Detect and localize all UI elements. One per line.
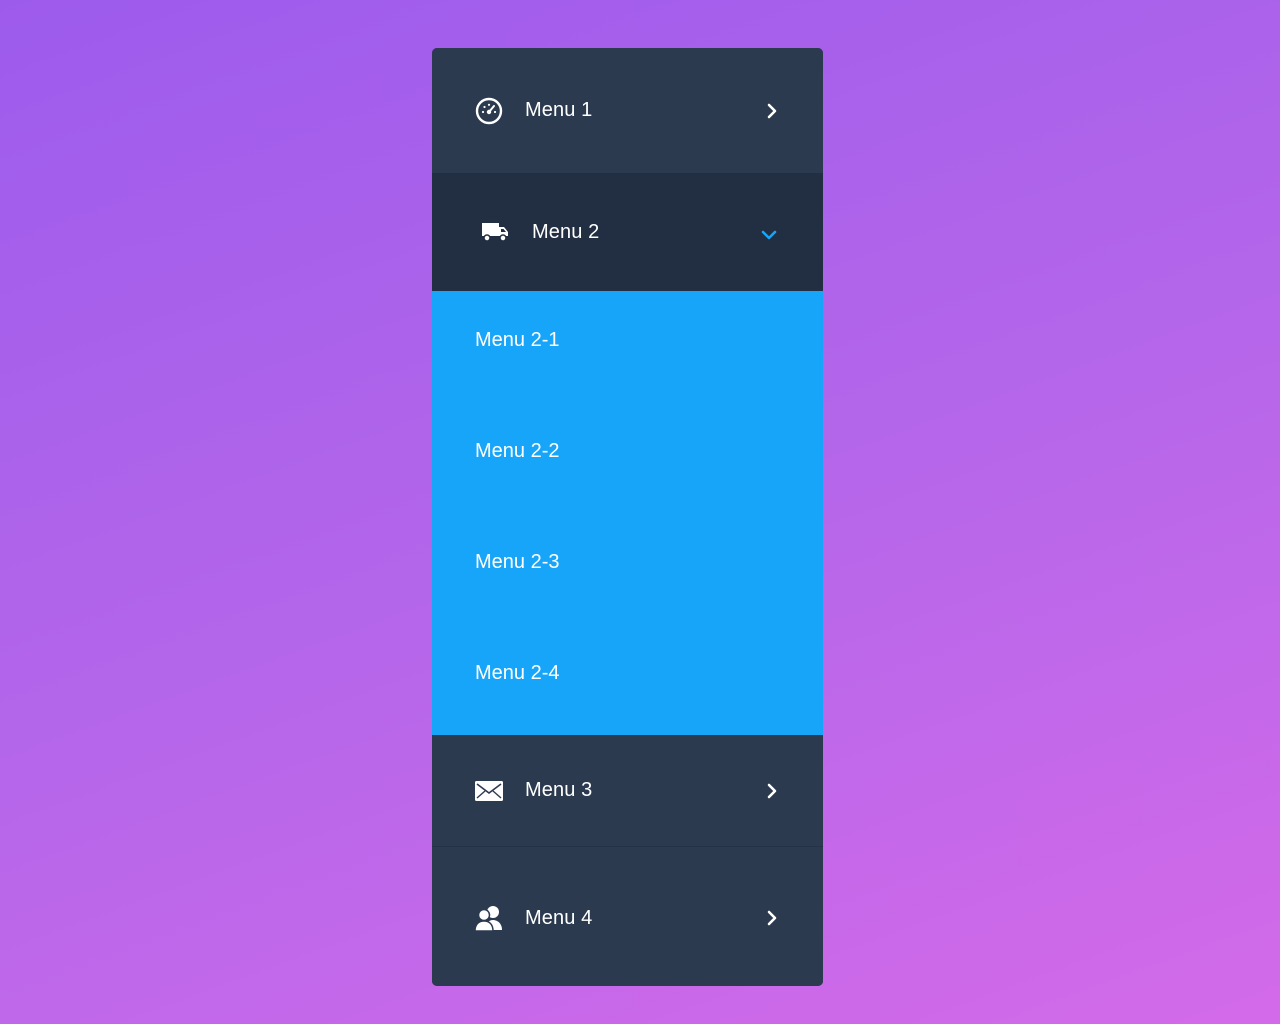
chevron-down-icon	[759, 225, 779, 245]
menu-item-3[interactable]: Menu 3	[432, 735, 823, 847]
menu-item-label: Menu 4	[525, 906, 593, 929]
menu-item-label: Menu 3	[525, 779, 593, 801]
submenu-menu-2: Menu 2-1 Menu 2-2 Menu 2-3 Menu 2-4	[432, 291, 823, 735]
submenu-item-label: Menu 2-4	[475, 662, 560, 684]
menu-item-label: Menu 1	[525, 99, 593, 121]
submenu-item-2-4[interactable]: Menu 2-4	[432, 624, 823, 735]
submenu-item-2-1[interactable]: Menu 2-1	[432, 291, 823, 402]
submenu-item-label: Menu 2-3	[475, 551, 560, 573]
menu-item-4[interactable]: Menu 4	[432, 847, 823, 986]
chevron-right-icon	[762, 101, 782, 121]
submenu-item-2-3[interactable]: Menu 2-3	[432, 513, 823, 624]
chevron-right-icon	[762, 908, 782, 928]
submenu-item-label: Menu 2-2	[475, 440, 560, 462]
speedometer-icon	[474, 96, 504, 126]
accordion-menu: Menu 1 Menu 2 Menu 2-1 Menu 2-2 Menu 2-3…	[432, 48, 823, 986]
menu-item-2[interactable]: Menu 2	[432, 173, 823, 291]
submenu-item-label: Menu 2-1	[475, 329, 560, 351]
envelope-icon	[474, 776, 504, 806]
menu-item-label: Menu 2	[532, 220, 600, 243]
submenu-item-2-2[interactable]: Menu 2-2	[432, 402, 823, 513]
menu-item-1[interactable]: Menu 1	[432, 48, 823, 173]
users-icon	[474, 903, 504, 933]
chevron-right-icon	[762, 781, 782, 801]
truck-icon	[481, 217, 511, 247]
